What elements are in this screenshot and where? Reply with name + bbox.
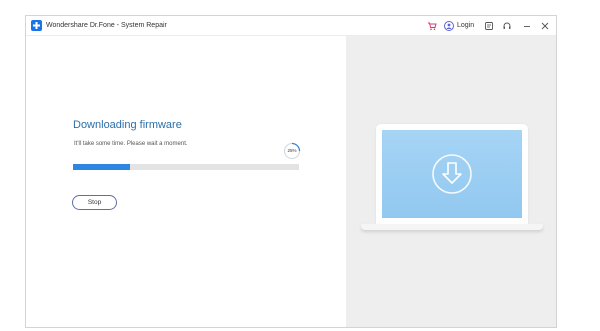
headset-icon — [503, 22, 511, 29]
laptop-screen — [382, 130, 522, 218]
support-button[interactable] — [502, 19, 512, 32]
feedback-icon — [485, 21, 493, 30]
laptop-illustration — [361, 124, 543, 232]
progress-pane — [26, 36, 346, 327]
wait-message: It'll take some time. Please wait a mome… — [74, 141, 188, 147]
close-button[interactable] — [540, 19, 550, 32]
progress-ring: 25% — [283, 142, 301, 160]
login-button[interactable]: Login — [444, 19, 474, 32]
progress-bar — [73, 164, 299, 170]
page-title: Downloading firmware — [73, 119, 182, 131]
app-window: Wondershare Dr.Fone - System Repair Logi… — [25, 15, 557, 328]
progress-bar-fill — [73, 164, 130, 170]
user-icon — [444, 20, 454, 31]
laptop-base — [361, 224, 543, 230]
minimize-button[interactable] — [522, 19, 532, 32]
window-title: Wondershare Dr.Fone - System Repair — [46, 22, 167, 29]
stop-button[interactable]: Stop — [72, 195, 117, 210]
illustration-pane — [346, 36, 556, 327]
download-arrow-icon — [432, 154, 472, 194]
cart-button[interactable] — [427, 19, 437, 32]
title-bar: Wondershare Dr.Fone - System Repair Logi… — [26, 16, 556, 36]
feedback-button[interactable] — [484, 19, 494, 32]
progress-percent-label: 25% — [287, 148, 297, 153]
dr-fone-logo-icon — [31, 20, 42, 31]
close-icon — [541, 22, 549, 29]
login-label: Login — [457, 22, 475, 29]
laptop-lid — [376, 124, 528, 224]
minimize-icon — [524, 25, 530, 27]
cart-icon — [428, 22, 437, 30]
